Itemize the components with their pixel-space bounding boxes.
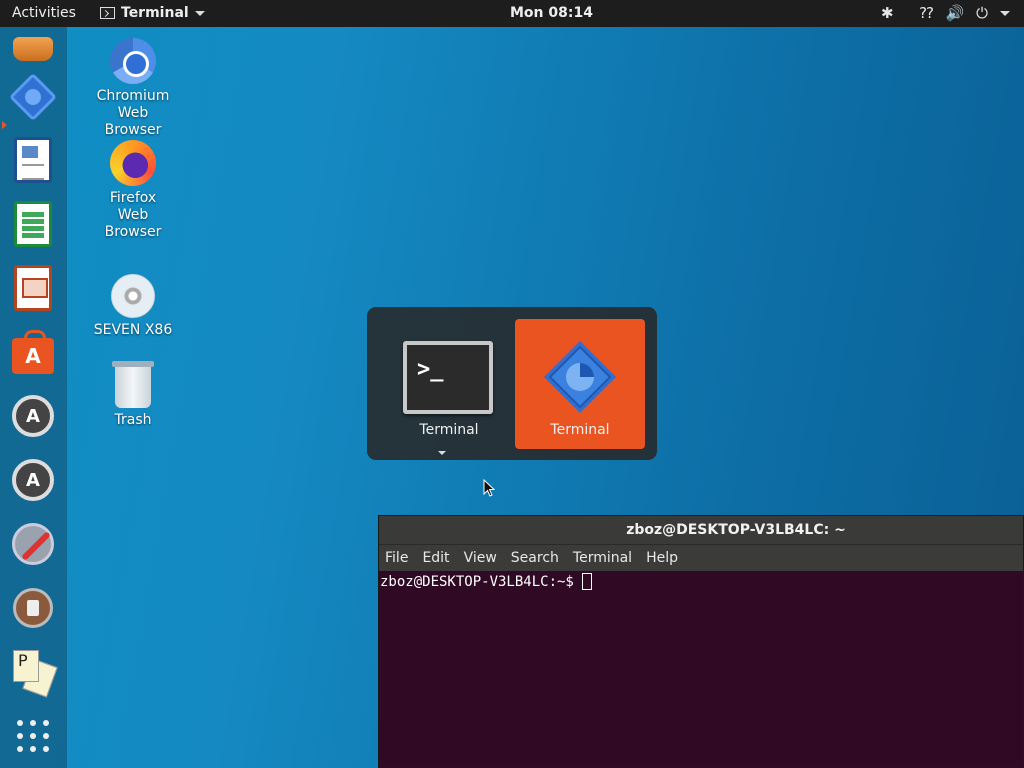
- desktop-icon-firefox[interactable]: Firefox Web Browser: [83, 140, 183, 241]
- terminal-window[interactable]: zboz@DESKTOP-V3LB4LC: ~ File Edit View S…: [378, 515, 1024, 768]
- terminal-menubar: File Edit View Search Terminal Help: [379, 545, 1023, 571]
- libreoffice-calc-icon: [14, 201, 52, 247]
- desktop-icon-label: Chromium Web Browser: [96, 88, 170, 138]
- activities-button[interactable]: Activities: [12, 5, 76, 21]
- show-applications-icon: [17, 720, 49, 752]
- terminal-icon: >_: [403, 341, 493, 414]
- app-menu[interactable]: Terminal: [100, 5, 205, 21]
- ubuntu-software-icon: A: [12, 330, 54, 374]
- app-switcher: >_ Terminal Terminal: [367, 307, 657, 460]
- top-bar: Activities Terminal Mon 08:14 ✱ ⁇ 🔊 ⏻: [0, 0, 1024, 27]
- libreoffice-writer-icon: [14, 137, 52, 183]
- switcher-item-label: Terminal: [419, 422, 479, 438]
- window-title: zboz@DESKTOP-V3LB4LC: ~: [626, 522, 846, 538]
- volume-icon[interactable]: 🔊: [945, 4, 964, 22]
- system-tray[interactable]: ✱ ⁇ 🔊 ⏻: [881, 4, 1010, 22]
- blue-gear-icon: [544, 341, 616, 413]
- menu-terminal[interactable]: Terminal: [573, 550, 632, 566]
- trash-icon: [112, 361, 154, 408]
- dock-item-impress[interactable]: [10, 265, 56, 311]
- desktop-icon-label: SEVEN X86: [93, 322, 173, 338]
- chevron-down-icon[interactable]: [1000, 10, 1010, 16]
- shell-prompt: zboz@DESKTOP-V3LB4LC:~$: [380, 573, 574, 590]
- switcher-item-selected[interactable]: Terminal: [515, 319, 645, 449]
- system-tools-icon: [12, 523, 54, 565]
- dock-item-rescue[interactable]: [10, 585, 56, 631]
- menu-help[interactable]: Help: [646, 550, 678, 566]
- menu-file[interactable]: File: [385, 550, 408, 566]
- dock-item-software[interactable]: A: [10, 329, 56, 375]
- power-icon[interactable]: ⏻: [976, 4, 988, 22]
- chevron-down-icon: [194, 10, 205, 16]
- switcher-item-label: Terminal: [550, 422, 610, 438]
- app-menu-label: Terminal: [121, 5, 189, 21]
- desktop-icon-trash[interactable]: Trash: [83, 361, 183, 429]
- dock-item-updater-2[interactable]: A: [10, 457, 56, 503]
- chromium-icon: [110, 38, 156, 84]
- desktop-icon-label: Firefox Web Browser: [104, 190, 162, 240]
- software-updater-icon: A: [12, 395, 54, 437]
- menu-view[interactable]: View: [464, 550, 497, 566]
- desktop-icon-label: Trash: [114, 412, 152, 428]
- text-cursor: [581, 573, 592, 590]
- menu-edit[interactable]: Edit: [422, 550, 449, 566]
- bluetooth-icon[interactable]: ✱: [881, 4, 894, 22]
- dock: A A A P: [0, 27, 67, 768]
- active-app-indicator: [2, 121, 7, 129]
- dock-item-writer[interactable]: [10, 137, 56, 183]
- firefox-icon: [110, 140, 156, 186]
- solitaire-cards-icon: P: [13, 650, 58, 698]
- menu-search[interactable]: Search: [511, 550, 559, 566]
- clock[interactable]: Mon 08:14: [510, 5, 593, 21]
- card-letter: P: [13, 650, 39, 682]
- dock-item-calc[interactable]: [10, 201, 56, 247]
- dock-item-updater[interactable]: A: [10, 393, 56, 439]
- terminal-titlebar[interactable]: zboz@DESKTOP-V3LB4LC: ~: [379, 516, 1023, 545]
- terminal-icon: [100, 7, 115, 19]
- terminal-output[interactable]: zboz@DESKTOP-V3LB4LC:~$: [379, 571, 1023, 592]
- network-question-icon[interactable]: ⁇: [920, 4, 934, 22]
- bleachbit-gear-icon: [8, 72, 58, 122]
- software-updater-icon-2: A: [12, 459, 54, 501]
- show-applications-button[interactable]: [10, 713, 56, 759]
- desktop-icon-seven-x86[interactable]: SEVEN X86: [83, 274, 183, 339]
- rescue-app-icon: [13, 588, 53, 628]
- ubuntu-installer-icon: [13, 37, 53, 61]
- dock-item-solitaire[interactable]: P: [10, 649, 58, 698]
- dock-item-tools[interactable]: [10, 521, 56, 567]
- desktop-icon-chromium[interactable]: Chromium Web Browser: [83, 38, 183, 139]
- libreoffice-impress-icon: [14, 265, 52, 311]
- optical-disc-icon: [111, 274, 155, 318]
- mouse-pointer-icon: [483, 479, 495, 497]
- switcher-item-terminal[interactable]: >_ Terminal: [384, 319, 514, 449]
- window-list-chevron-icon[interactable]: [438, 451, 446, 455]
- dock-item-bleachbit[interactable]: [8, 72, 58, 122]
